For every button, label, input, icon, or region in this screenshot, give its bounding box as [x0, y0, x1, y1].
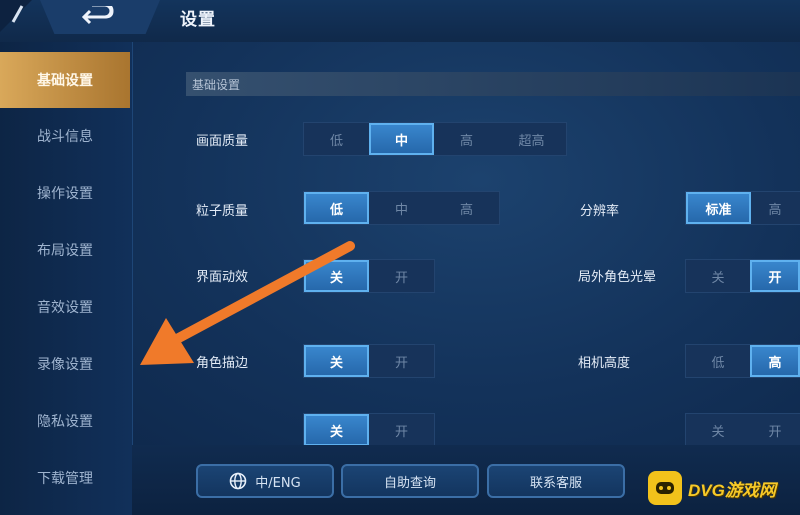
setting-label-outgame-character-glow: 局外角色光晕 [578, 270, 657, 285]
option-on[interactable]: 开 [369, 260, 434, 292]
setting-label-ui-animation: 界面动效 [196, 270, 249, 285]
partial-toggle-right: 关 开 [685, 413, 800, 447]
option-low[interactable]: 低 [686, 345, 750, 377]
sidebar-item-download-manager[interactable]: 下载管理 [0, 450, 130, 506]
sidebar: 基础设置 战斗信息 操作设置 布局设置 音效设置 录像设置 隐私设置 下载管理 [0, 42, 133, 515]
option-ultra[interactable]: 超高 [499, 123, 564, 155]
option-medium[interactable]: 中 [369, 192, 434, 224]
particle-quality-selector: 低 中 高 [303, 191, 500, 225]
sidebar-item-sound-settings[interactable]: 音效设置 [0, 279, 130, 335]
sidebar-item-privacy-settings[interactable]: 隐私设置 [0, 393, 130, 449]
sidebar-item-layout-settings[interactable]: 布局设置 [0, 222, 130, 278]
slash-icon [11, 5, 24, 23]
setting-label-character-outline: 角色描边 [196, 356, 249, 371]
top-bar: 设置 [0, 0, 800, 42]
setting-label-graphics-quality: 画面质量 [196, 134, 249, 149]
resolution-selector: 标准 高 [685, 191, 800, 225]
option-off[interactable]: 关 [304, 414, 369, 446]
sidebar-item-basic-settings[interactable]: 基础设置 [0, 52, 130, 108]
watermark: DVG游戏网 [648, 468, 800, 508]
section-header: 基础设置 [186, 72, 800, 96]
back-arrow-icon [81, 6, 114, 25]
character-glow-toggle: 关 开 [685, 259, 800, 293]
page-title: 设置 [180, 10, 216, 30]
graphics-quality-selector: 低 中 高 超高 [303, 122, 567, 156]
option-off[interactable]: 关 [304, 345, 369, 377]
sidebar-item-control-settings[interactable]: 操作设置 [0, 165, 130, 221]
option-medium[interactable]: 中 [369, 123, 434, 155]
section-title: 基础设置 [192, 78, 241, 92]
option-on[interactable]: 开 [369, 345, 434, 377]
option-off[interactable]: 关 [686, 260, 750, 292]
option-off[interactable]: 关 [686, 414, 750, 446]
sidebar-item-battle-info[interactable]: 战斗信息 [0, 108, 130, 164]
option-high[interactable]: 高 [434, 192, 499, 224]
option-on[interactable]: 开 [369, 414, 434, 446]
language-button-label: 中/ENG [255, 475, 301, 491]
option-off[interactable]: 关 [304, 260, 369, 292]
camera-height-selector: 低 高 [685, 344, 800, 378]
ui-animation-toggle: 关 开 [303, 259, 435, 293]
partial-toggle-left: 关 开 [303, 413, 435, 447]
option-on[interactable]: 开 [750, 260, 800, 292]
option-on[interactable]: 开 [750, 414, 800, 446]
character-outline-toggle: 关 开 [303, 344, 435, 378]
option-standard[interactable]: 标准 [686, 192, 751, 224]
language-button[interactable]: 中/ENG [196, 464, 334, 498]
watermark-text: DVG游戏网 [688, 480, 776, 500]
option-low[interactable]: 低 [304, 123, 369, 155]
back-button[interactable] [40, 0, 160, 34]
globe-icon [229, 472, 247, 490]
watermark-logo-icon [648, 471, 682, 505]
setting-label-camera-height: 相机高度 [578, 356, 631, 371]
option-high[interactable]: 高 [751, 192, 799, 224]
option-low[interactable]: 低 [304, 192, 369, 224]
setting-label-resolution: 分辨率 [580, 204, 620, 219]
option-high[interactable]: 高 [434, 123, 499, 155]
self-help-button[interactable]: 自助查询 [341, 464, 479, 498]
contact-support-button[interactable]: 联系客服 [487, 464, 625, 498]
sidebar-item-replay-settings[interactable]: 录像设置 [0, 336, 130, 392]
option-high[interactable]: 高 [750, 345, 800, 377]
setting-label-particle-quality: 粒子质量 [196, 204, 249, 219]
